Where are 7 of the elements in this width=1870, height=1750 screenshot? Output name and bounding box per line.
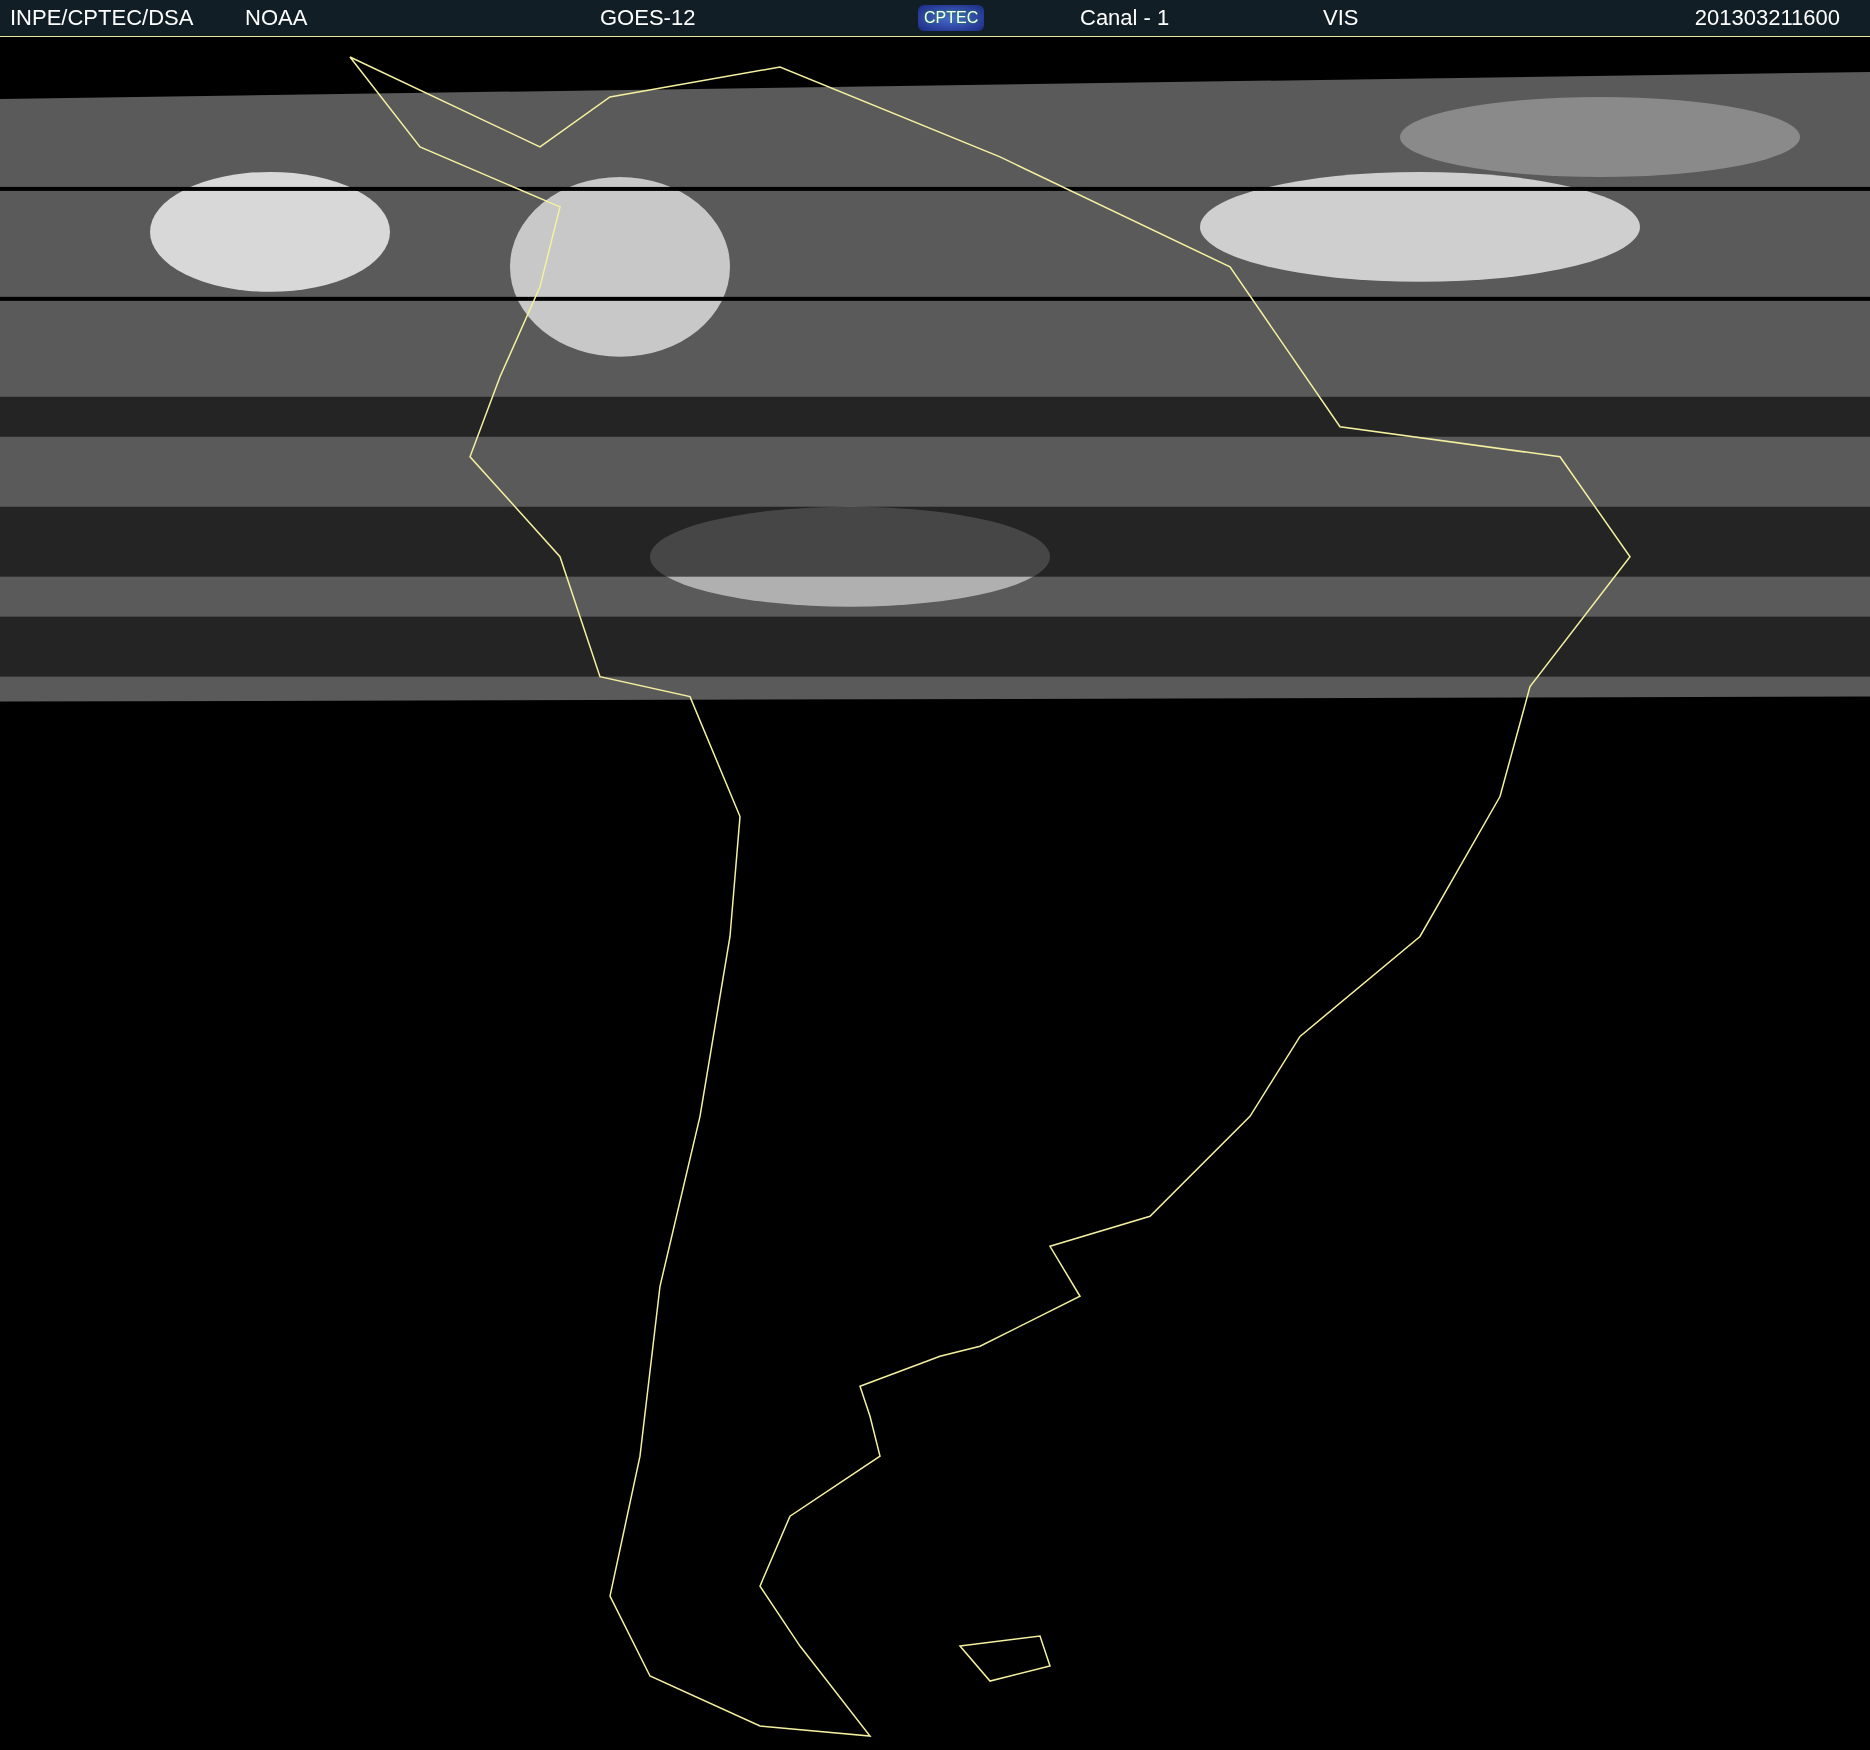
band-label: VIS [1323, 5, 1359, 31]
institution-label: INPE/CPTEC/DSA [10, 5, 194, 31]
agency-label: NOAA [245, 5, 308, 31]
channel-label: Canal - 1 [1080, 5, 1170, 31]
logo: CPTEC [918, 5, 985, 31]
timestamp-label: 201303211600 [1694, 5, 1840, 31]
satellite-label: GOES-12 [600, 5, 696, 31]
